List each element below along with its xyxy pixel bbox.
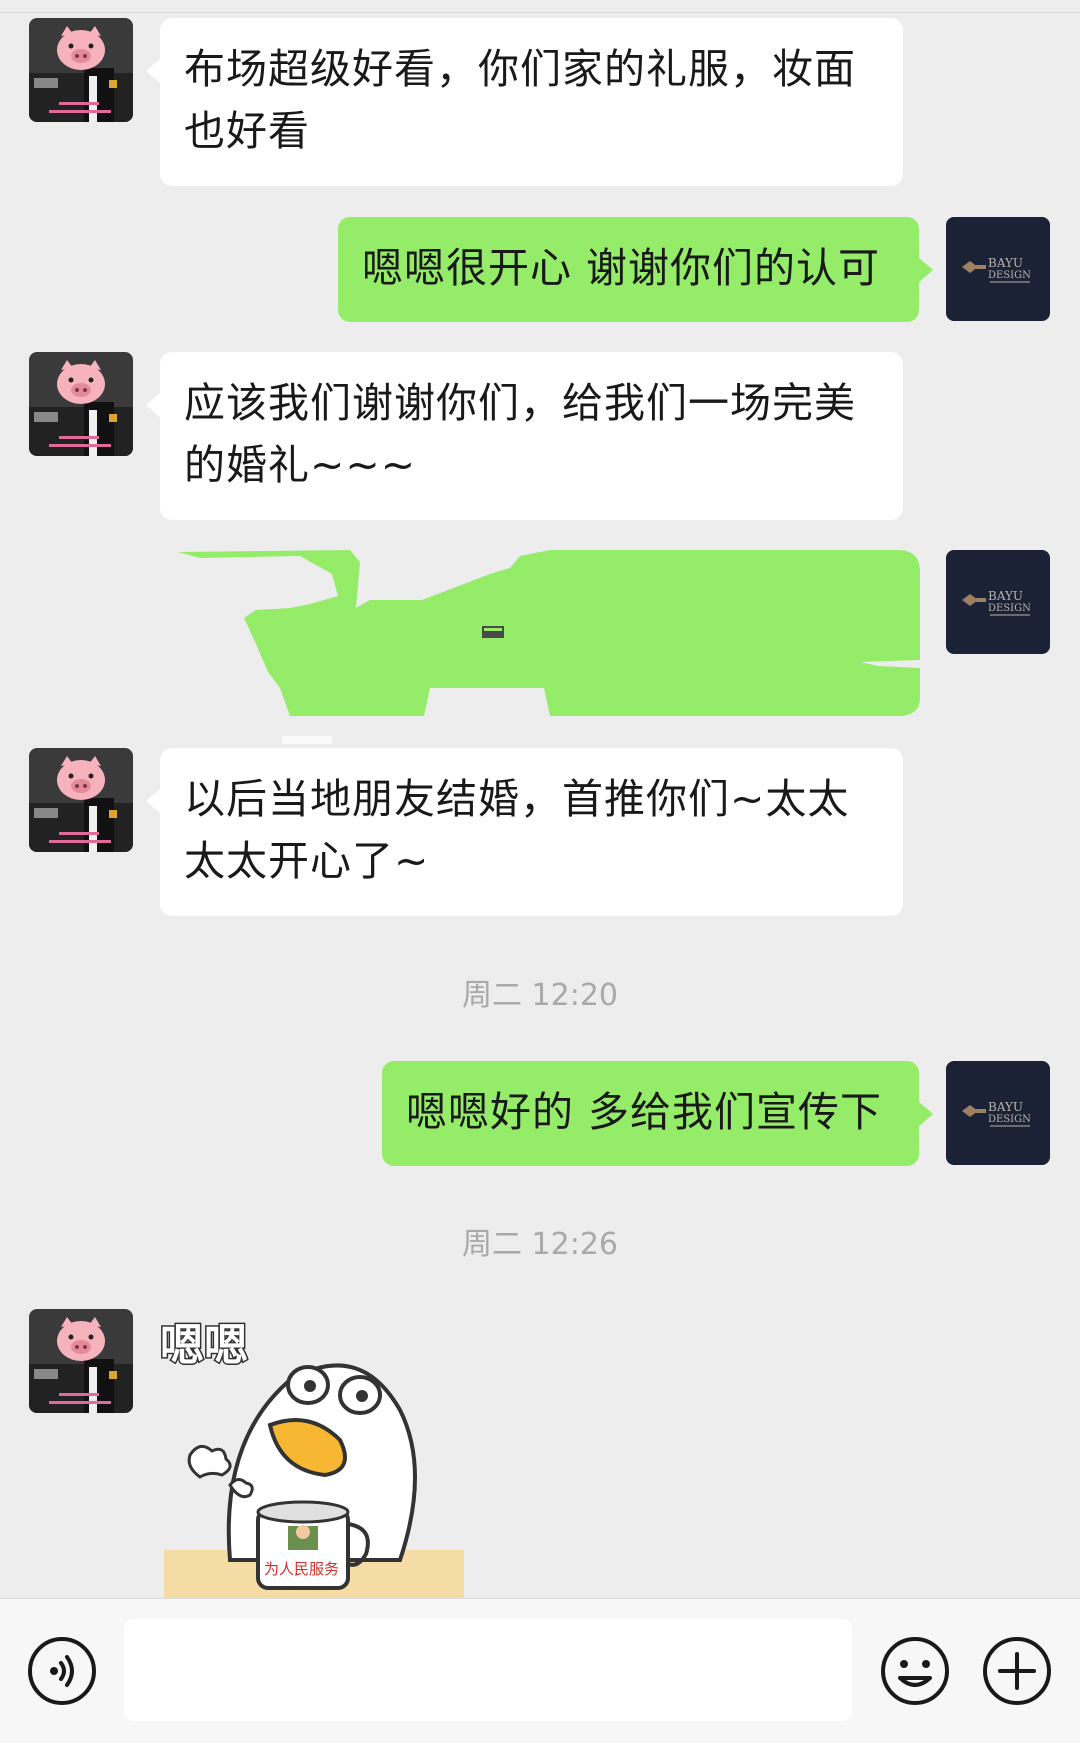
- header-divider: [0, 0, 1080, 13]
- voice-icon[interactable]: [27, 1636, 97, 1706]
- contact-avatar[interactable]: [29, 1309, 133, 1413]
- message-bubble-outgoing-redacted[interactable]: [160, 548, 932, 718]
- my-avatar[interactable]: [946, 1061, 1050, 1165]
- message-input[interactable]: [124, 1619, 852, 1721]
- redaction-fragment: [282, 736, 332, 744]
- timestamp: 周二 12:26: [462, 1227, 618, 1262]
- emoji-icon[interactable]: [880, 1636, 950, 1706]
- input-bar: [0, 1598, 1080, 1743]
- sticker-mug-text: 为人民服务: [264, 1560, 339, 1578]
- message-bubble-incoming[interactable]: 以后当地朋友结婚，首推你们~太太太太开心了~: [146, 748, 903, 916]
- chat-screen: 布场超级好看，你们家的礼服，妆面也好看 嗯嗯很开心 谢谢你们的认可 应该我们谢谢…: [0, 0, 1080, 1743]
- contact-avatar[interactable]: [29, 18, 133, 122]
- my-avatar[interactable]: [946, 550, 1050, 654]
- message-bubble-incoming[interactable]: 布场超级好看，你们家的礼服，妆面也好看: [146, 18, 903, 186]
- duck-sticker[interactable]: 嗯嗯 为人民服务: [159, 1300, 470, 1600]
- message-bubble-outgoing[interactable]: 嗯嗯很开心 谢谢你们的认可: [338, 217, 933, 322]
- sticker-text: 嗯嗯: [160, 1320, 248, 1371]
- timestamp: 周二 12:20: [462, 978, 618, 1013]
- plus-icon[interactable]: [982, 1636, 1052, 1706]
- contact-avatar[interactable]: [29, 748, 133, 852]
- message-bubble-outgoing[interactable]: 嗯嗯好的 多给我们宣传下: [382, 1061, 933, 1166]
- contact-avatar[interactable]: [29, 352, 133, 456]
- my-avatar[interactable]: [946, 217, 1050, 321]
- message-bubble-incoming[interactable]: 应该我们谢谢你们，给我们一场完美的婚礼~~~: [146, 352, 903, 520]
